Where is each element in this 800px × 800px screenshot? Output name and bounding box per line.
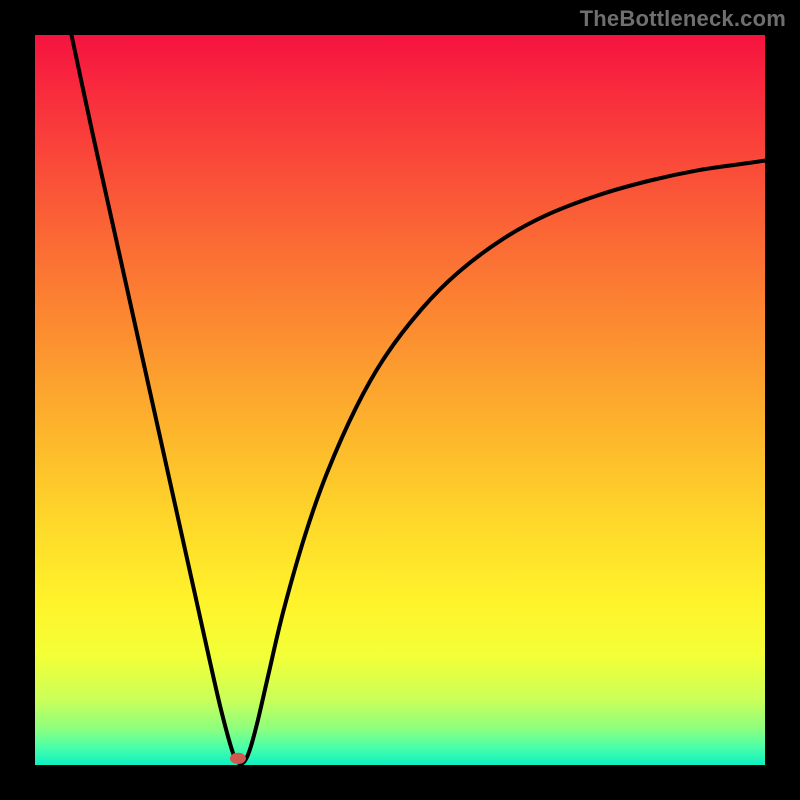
chart-frame: TheBottleneck.com: [0, 0, 800, 800]
plot-area: [35, 35, 765, 765]
optimum-marker-icon: [230, 753, 246, 764]
watermark-label: TheBottleneck.com: [580, 6, 786, 32]
bottleneck-curve: [72, 35, 766, 764]
plot-svg: [35, 35, 765, 765]
